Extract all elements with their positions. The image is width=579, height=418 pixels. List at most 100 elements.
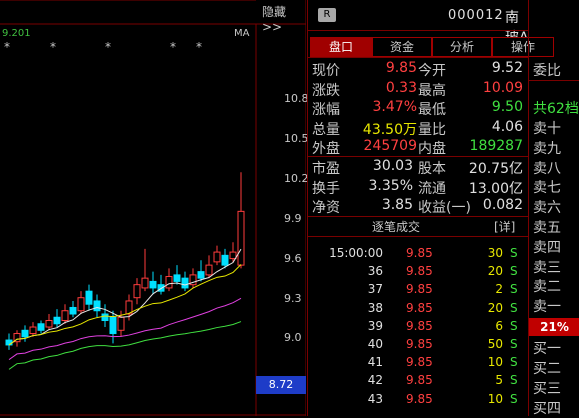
fundamental-value: 3.35%: [368, 177, 413, 194]
trade-price: 9.85: [406, 373, 433, 388]
quote-value: 245709: [363, 138, 417, 154]
quote-value: 10.09: [482, 79, 523, 96]
candle-body: [85, 290, 93, 305]
fundamental-value: 13.00亿: [468, 180, 523, 197]
trade-price: 9.85: [406, 355, 433, 370]
trade-time: 37: [367, 282, 383, 297]
trade-side: S: [510, 264, 518, 279]
sell-level-label: 卖十: [533, 121, 561, 137]
sell-level-label: 卖七: [533, 180, 561, 197]
trade-volume: 10: [487, 391, 503, 406]
ma-label: MA: [234, 28, 250, 39]
candle-body: [37, 323, 45, 331]
candle-body: [45, 320, 53, 328]
sell-level-label: 卖三: [533, 259, 561, 276]
quote-label: 今开: [418, 63, 446, 79]
sell-level-label: 卖九: [533, 140, 561, 157]
trade-volume: 10: [487, 355, 503, 370]
event-star-marker[interactable]: *: [50, 40, 56, 54]
candle-body: [213, 251, 221, 263]
fundamental-label: 股本: [418, 161, 446, 177]
trade-row: 41 9.85 10 S: [308, 355, 529, 373]
trade-time: 40: [367, 337, 383, 351]
trade-volume: 20: [487, 264, 503, 279]
hide-panel-button[interactable]: 隐藏>>: [262, 3, 306, 34]
quote-label: 涨幅: [312, 102, 340, 118]
trade-volume: 20: [487, 300, 503, 315]
commission-ratio-label: 委比: [533, 63, 561, 79]
fundamental-value: 20.75亿: [468, 161, 523, 177]
trade-row: 38 9.85 20 S: [308, 301, 529, 319]
quote-panel: R 000012 南 玻A 盘口 资金 分析 操作 现价 9.85 今开 9.5…: [307, 0, 554, 416]
quote-row: 涨幅 3.47% 最低 9.50: [308, 99, 529, 119]
trade-time: 36: [367, 264, 383, 279]
candle-body: [53, 316, 61, 325]
trade-side: S: [510, 391, 518, 406]
trade-side: S: [510, 282, 518, 297]
trade-price: 9.85: [406, 318, 433, 333]
trade-row: 39 9.85 6 S: [308, 319, 529, 337]
quote-label: 外盘: [312, 141, 340, 157]
trade-volume: 30: [487, 246, 503, 260]
fundamental-label: 净资: [312, 200, 340, 216]
fundamental-row: 市盈 30.03 股本 20.75亿: [308, 158, 529, 178]
trades-detail-link[interactable]: [详]: [494, 218, 515, 235]
trade-row: 43 9.85 10 S: [308, 392, 529, 410]
trade-price: 9.85: [406, 337, 433, 351]
quote-row: 涨跌 0.33 最高 10.09: [308, 80, 529, 100]
candle-body: [101, 313, 109, 322]
trade-volume: 50: [487, 337, 503, 351]
trade-time: 42: [367, 373, 383, 388]
trade-side: S: [510, 373, 518, 388]
candle-body: [197, 271, 205, 279]
price-tick: 9.3: [284, 292, 302, 305]
trade-time: 41: [367, 355, 383, 370]
quote-row: 总量 43.50万 量比 4.06: [308, 119, 529, 139]
price-tick: 9.0: [284, 331, 302, 344]
sell-level-label: 卖五: [533, 220, 561, 236]
quote-value: 9.85: [385, 60, 417, 76]
price-tick: 10.5: [284, 132, 309, 145]
trade-time: 43: [367, 391, 383, 406]
candle-body: [93, 300, 101, 312]
fundamental-value: 0.082: [482, 197, 523, 213]
candle-body: [109, 316, 117, 335]
tab-analysis[interactable]: 分析: [432, 37, 492, 57]
quote-label: 内盘: [418, 141, 446, 157]
kline-chart[interactable]: 隐藏>> 9.201 MA * * * * * 10.8 10.5 10.2 9…: [0, 0, 309, 416]
fundamental-row: 净资 3.85 收益(一) 0.082: [308, 197, 529, 217]
quote-value: 9.52: [491, 60, 523, 76]
trade-row: 37 9.85 2 S: [308, 282, 529, 300]
trade-side: S: [510, 337, 518, 351]
trade-volume: 5: [495, 373, 503, 388]
sell-level-label: 卖一: [533, 299, 561, 316]
sell-level-label: 卖四: [533, 239, 561, 256]
event-star-marker[interactable]: *: [105, 40, 111, 54]
tab-handicap[interactable]: 盘口: [310, 37, 372, 57]
current-price-tag: 8.72: [256, 376, 306, 394]
trade-volume: 6: [495, 318, 503, 333]
candle-body: [5, 339, 13, 346]
trade-price: 9.85: [406, 391, 433, 406]
margin-badge: R: [318, 8, 336, 22]
trade-side: S: [510, 300, 518, 315]
event-star-marker[interactable]: *: [170, 40, 176, 54]
trade-volume: 2: [495, 282, 503, 297]
candle-body: [141, 277, 149, 289]
event-star-marker[interactable]: *: [4, 40, 10, 54]
candle-body: [77, 297, 85, 312]
quote-label: 量比: [418, 121, 446, 138]
buy-level-label: 买四: [533, 401, 561, 417]
fundamental-value: 30.03: [372, 158, 413, 174]
candle-body: [149, 280, 157, 289]
candle-body: [117, 316, 125, 331]
event-star-marker[interactable]: *: [196, 40, 202, 54]
trade-time: 15:00:00: [329, 246, 383, 260]
buy-level-label: 买三: [533, 381, 561, 397]
price-tick: 10.8: [284, 92, 309, 105]
fundamental-label: 流通: [418, 180, 446, 197]
candle-body: [21, 329, 29, 338]
quote-value: 4.06: [491, 118, 523, 135]
trade-price: 9.85: [406, 300, 433, 315]
tab-funds[interactable]: 资金: [372, 37, 432, 57]
